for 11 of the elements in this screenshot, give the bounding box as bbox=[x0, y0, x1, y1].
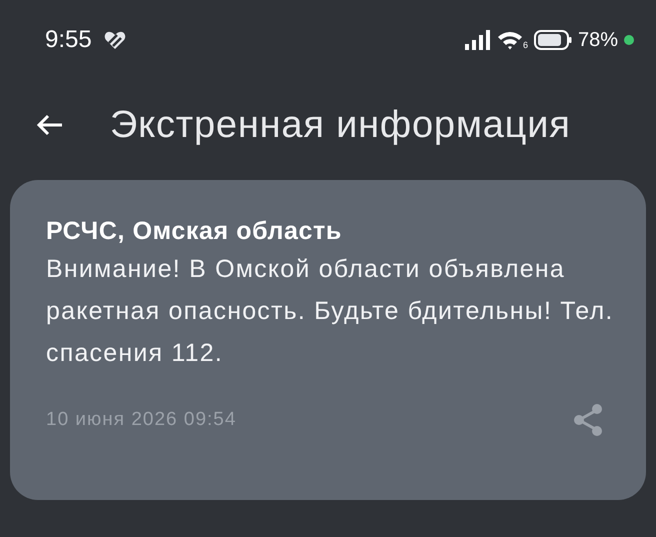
page-title: Экстренная информация bbox=[110, 102, 571, 148]
status-time: 9:55 bbox=[45, 25, 92, 55]
battery-percent: 78% bbox=[578, 28, 618, 53]
wifi-band-label: 6 bbox=[522, 41, 528, 50]
message-timestamp: 10 июня 2026 09:54 bbox=[46, 408, 236, 432]
battery-icon bbox=[534, 30, 572, 50]
message-sender: РСЧС, Омская область bbox=[46, 216, 343, 247]
heart-icon bbox=[104, 30, 126, 50]
signal-icon bbox=[464, 30, 491, 50]
message-body: Внимание! В Омской области объявлена ракетная опасность. Будьте бдительны! Тел. спасения 112. bbox=[46, 254, 615, 369]
wifi-icon bbox=[496, 30, 523, 50]
